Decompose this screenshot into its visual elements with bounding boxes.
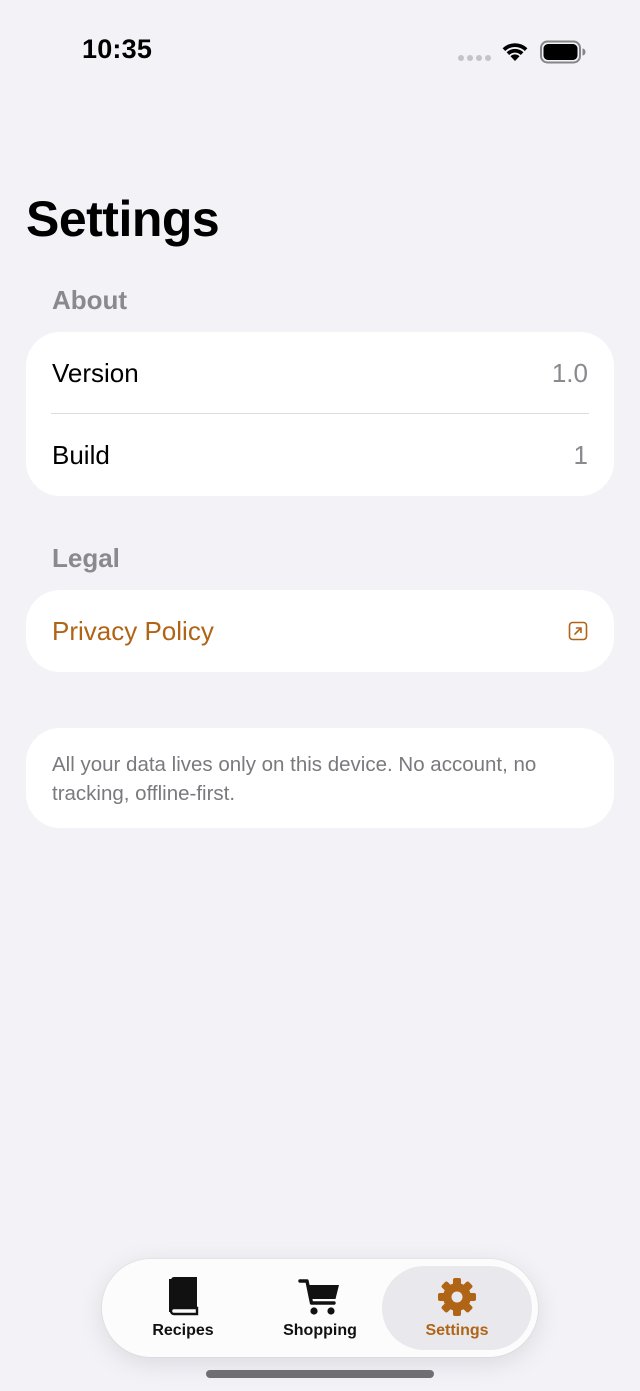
version-label: Version [52,357,139,388]
tab-label-shopping: Shopping [283,1322,357,1339]
status-bar: 10:35 [0,0,640,100]
tab-recipes[interactable]: Recipes [115,1259,251,1357]
about-card: Version 1.0 Build 1 [26,332,614,496]
build-label: Build [52,439,110,470]
wifi-icon [502,43,528,61]
build-row: Build 1 [52,414,588,496]
section-header-legal: Legal [52,543,120,573]
home-indicator [206,1370,434,1378]
tab-settings[interactable]: Settings [389,1259,525,1357]
tab-shopping[interactable]: Shopping [252,1259,388,1357]
privacy-note-text: All your data lives only on this device.… [52,753,537,805]
gear-icon [438,1278,476,1316]
cart-icon [298,1279,339,1315]
privacy-note-card: All your data lives only on this device.… [26,728,614,828]
status-time: 10:35 [82,34,153,64]
cellular-signal-icon [458,55,491,61]
battery-icon [540,40,586,64]
privacy-policy-label: Privacy Policy [52,615,214,646]
tab-label-settings: Settings [425,1322,489,1339]
tab-bar: Recipes Shopping Settings [102,1259,538,1357]
section-header-about: About [52,285,128,315]
book-icon [169,1277,199,1316]
page-title: Settings [26,191,220,247]
legal-card: Privacy Policy [26,590,614,672]
external-link-icon [568,621,588,641]
version-row: Version 1.0 [52,332,588,414]
privacy-policy-link[interactable]: Privacy Policy [52,590,588,672]
build-value: 1 [573,439,588,470]
tab-label-recipes: Recipes [152,1322,214,1339]
version-value: 1.0 [551,357,588,388]
